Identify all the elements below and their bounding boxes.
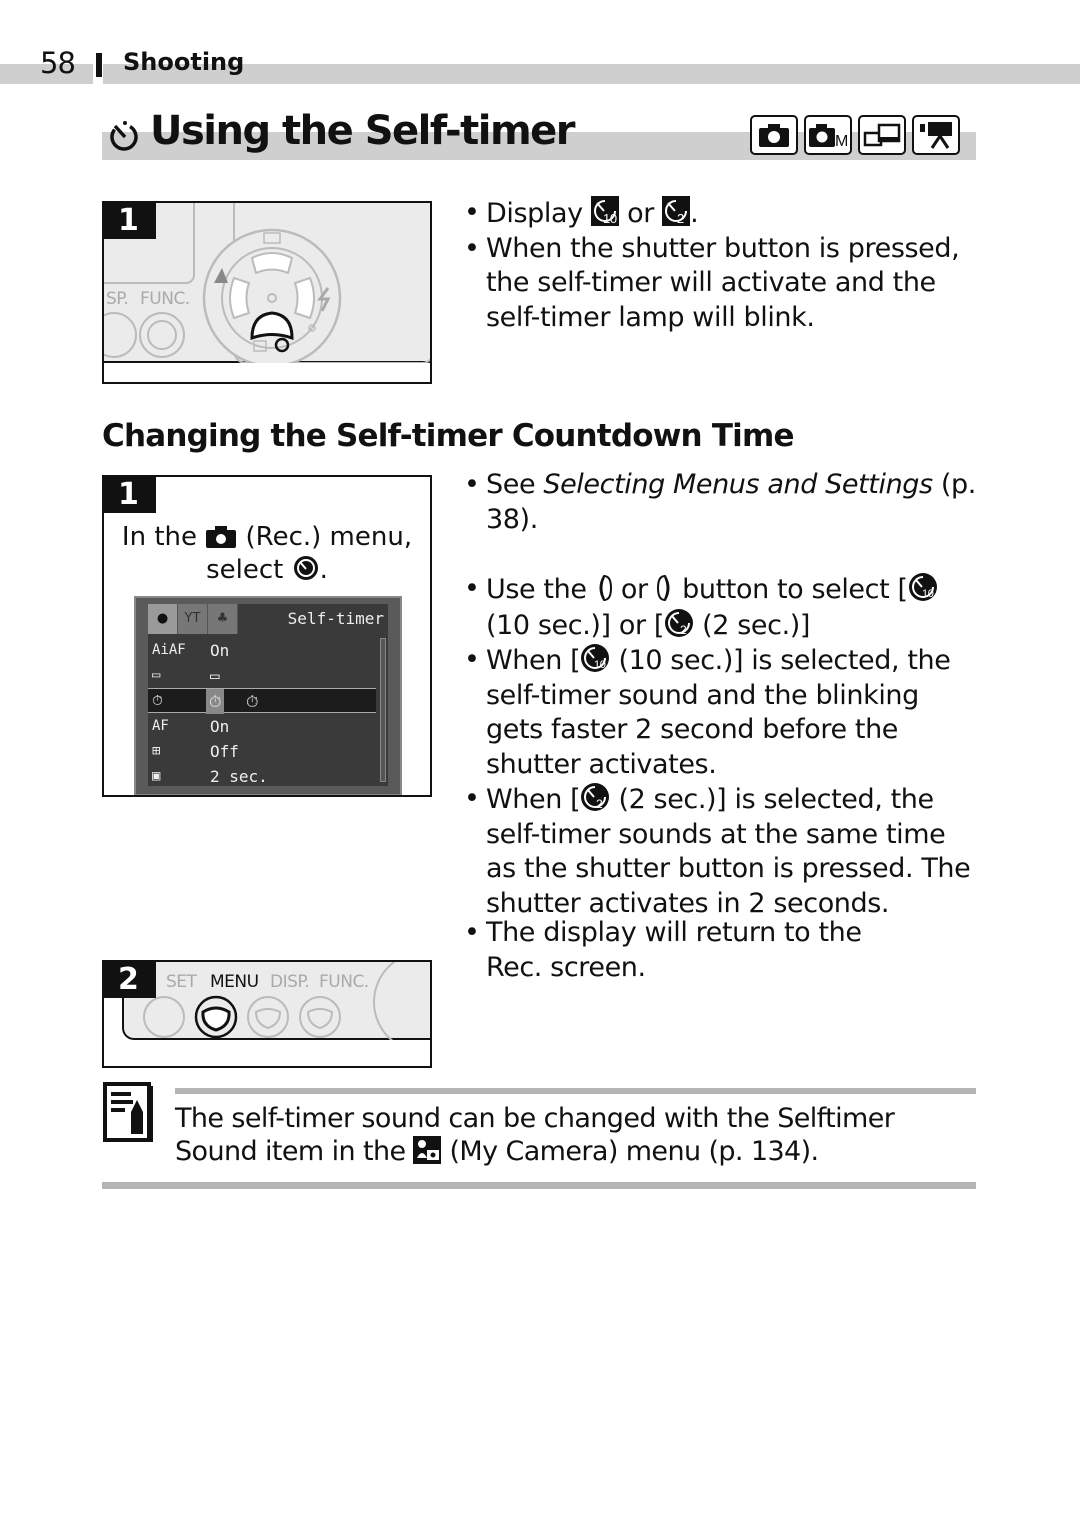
see-reference: See Selecting Menus and Settings (p. 38)… [462,468,982,537]
menu-tabs: ● YT ♣ Self-timer [148,604,388,634]
bullet-2s: When [2 (2 sec.)] is selected, the self-… [462,782,982,921]
disp-label: DISP. [270,972,310,992]
self-timer-10s-icon: 10 [581,644,610,672]
self-timer-2s-icon: 2 [662,196,691,226]
note-divider-bottom [102,1182,976,1189]
return-note: The display will return to the Rec. scre… [462,916,912,985]
section-heading: Changing the Self-timer Countdown Time [102,418,795,454]
header-divider [96,53,102,77]
disp-label: SP. [106,289,129,309]
bullet-return: The display will return to the Rec. scre… [462,916,912,985]
lcd-menu-screen: ● YT ♣ Self-timer AiAF On ▭ ▭ ⏱ ⏱ ⏱ AF O… [134,596,402,795]
menu-title: Self-timer [287,609,384,628]
step-number: 1 [104,203,156,239]
section-name: Shooting [123,48,245,76]
aiaf-icon: AiAF [152,642,186,658]
shooting-mode-icons: M [750,115,960,155]
func-label: FUNC. [319,972,369,992]
section2-instructions: Use the or button to select [10 (10 sec.… [462,572,982,921]
movie-icon [912,115,960,155]
note-divider-top [175,1088,976,1094]
svg-text:10: 10 [603,211,617,226]
menu-label: MENU [210,972,259,992]
menu-row-review-time[interactable]: ▣ 2 sec. [148,764,376,789]
set-label: SET [166,972,197,992]
my-camera-icon [413,1136,442,1164]
menu-row-aiaf[interactable]: AiAF On [148,638,376,663]
page-title: Using the Self-timer [150,108,576,154]
step2-illustration: 2 SET MENU DISP. FUNC. [102,960,432,1068]
camera-buttons-illustration: SET MENU DISP. FUNC. [122,962,430,1053]
bullet-display: Display 10 or 2. [462,196,982,232]
af-assist-icon: AF [152,718,169,734]
self-timer-10s-icon: 10 [908,573,937,601]
rec-camera-icon [206,526,237,548]
self-timer-icon: ⏱ [152,693,163,709]
rec-tab[interactable]: ● [148,604,178,634]
stitch-assist-icon [858,115,906,155]
self-timer-2s-icon: 2 [664,608,693,637]
menu-row-af-assist[interactable]: AF On [148,714,376,739]
step1-caption: In the (Rec.) menu, select . [121,522,413,585]
right-button-icon [656,574,670,602]
section1-instructions: Display 10 or 2. When the shutter button… [462,196,982,335]
step1-illustration: 1 SP. FUNC. [102,201,432,384]
step-number: 2 [104,962,156,998]
svg-text:10: 10 [922,588,934,600]
bullet-use-buttons: Use the or button to select [10 (10 sec.… [462,572,982,643]
page-number: 58 [40,46,76,80]
option-2s-icon[interactable]: ⏱ [246,689,258,714]
camera-manual-icon: M [804,115,852,155]
left-button-icon [599,574,612,602]
note-text: The self-timer sound can be changed with… [175,1103,895,1167]
bullet-shutter: When the shutter button is pressed, the … [462,232,982,336]
menu-row-digital-zoom[interactable]: ⊞ Off [148,739,376,764]
self-timer-10s-icon: 10 [590,196,619,226]
digital-zoom-icon: ⊞ [152,743,161,759]
self-timer-icon [110,121,138,151]
menu-row-self-timer[interactable]: ⏱ ⏱ ⏱ [148,688,376,714]
func-label: FUNC. [140,289,190,309]
bullet-10s: When [10 (10 sec.)] is selected, the sel… [462,643,982,782]
svg-text:2: 2 [596,797,603,811]
step1-menu-box: 1 In the (Rec.) menu, select . ● YT ♣ Se… [102,475,432,797]
review-time-icon: ▣ [152,768,161,784]
svg-text:10: 10 [594,659,606,671]
camera-auto-icon [750,115,798,155]
self-timer-2s-icon: 2 [581,783,610,811]
option-10s-icon[interactable]: ⏱ [206,689,225,714]
menu-row-review[interactable]: ▭ ▭ [148,663,376,688]
setup-tab[interactable]: YT [178,604,208,634]
svg-text:2: 2 [677,211,684,226]
my-camera-tab[interactable]: ♣ [208,604,238,634]
menu-scrollbar[interactable] [380,638,386,782]
review-icon: ▭ [152,667,161,683]
svg-text:M: M [835,133,848,148]
review-value-icon: ▭ [210,666,220,685]
cross-reference-link[interactable]: Selecting Menus and Settings [543,469,933,500]
self-timer-icon [293,556,318,580]
step-number: 1 [104,477,156,513]
memo-pencil-icon [103,1082,153,1142]
svg-text:2: 2 [680,623,687,637]
